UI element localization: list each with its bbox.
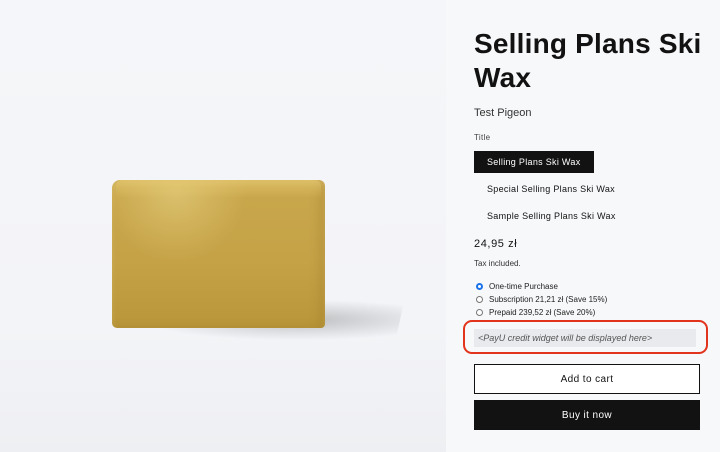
plan-label: Subscription 21,21 zł (Save 15%) — [489, 295, 608, 304]
plan-one-time-purchase[interactable]: One-time Purchase — [476, 282, 558, 291]
product-media — [0, 0, 446, 452]
product-image-highlight — [116, 180, 321, 198]
variant-label: Special Selling Plans Ski Wax — [487, 184, 615, 194]
tax-note: Tax included. — [474, 259, 521, 268]
variant-special-selling-plans-ski-wax[interactable]: Special Selling Plans Ski Wax — [474, 178, 628, 200]
product-price: 24,95 zł — [474, 238, 518, 250]
plan-label: One-time Purchase — [489, 282, 558, 291]
variant-selling-plans-ski-wax[interactable]: Selling Plans Ski Wax — [474, 151, 594, 173]
plan-label: Prepaid 239,52 zł (Save 20%) — [489, 308, 596, 317]
plan-prepaid[interactable]: Prepaid 239,52 zł (Save 20%) — [476, 308, 595, 317]
variant-label: Sample Selling Plans Ski Wax — [487, 211, 616, 221]
radio-button[interactable] — [476, 309, 483, 316]
radio-button[interactable] — [476, 296, 483, 303]
plan-subscription[interactable]: Subscription 21,21 zł (Save 15%) — [476, 295, 607, 304]
product-vendor: Test Pigeon — [474, 107, 532, 119]
product-image-wax-bar[interactable] — [112, 180, 325, 328]
variant-sample-selling-plans-ski-wax[interactable]: Sample Selling Plans Ski Wax — [474, 205, 629, 227]
buy-it-now-button[interactable]: Buy it now — [474, 400, 700, 430]
variant-label: Selling Plans Ski Wax — [487, 157, 581, 167]
add-to-cart-button[interactable]: Add to cart — [474, 364, 700, 394]
product-title: Selling Plans Ski Wax — [474, 28, 702, 93]
variant-option-label: Title — [474, 133, 491, 142]
payu-credit-widget: <PayU credit widget will be displayed he… — [474, 329, 696, 347]
radio-button-selected[interactable] — [476, 283, 483, 290]
